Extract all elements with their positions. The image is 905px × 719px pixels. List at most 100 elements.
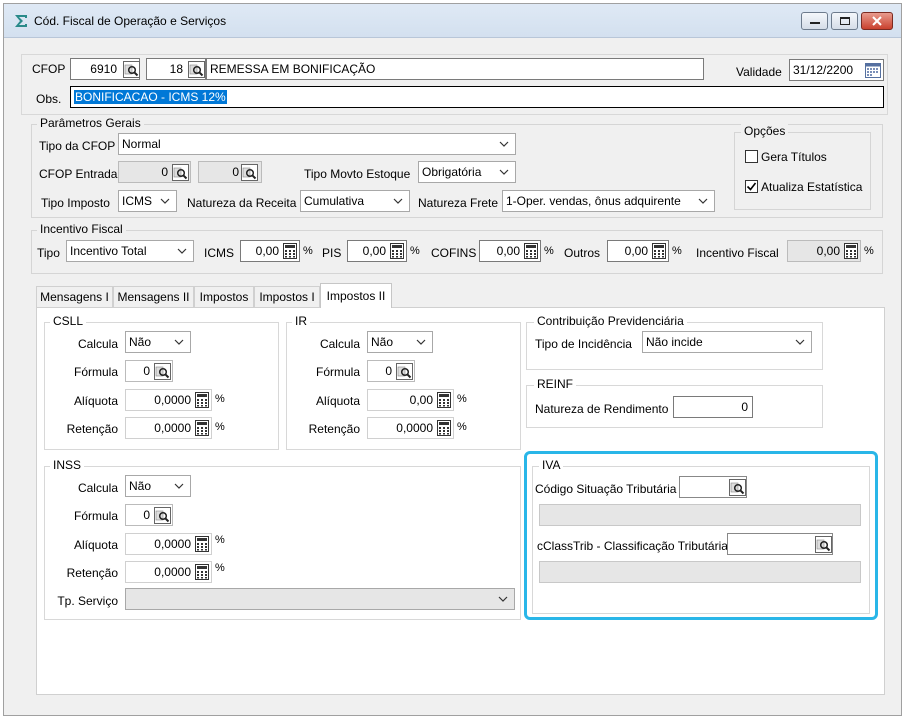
cclasstrib-description-box — [539, 561, 861, 583]
percent-sign: % — [303, 245, 313, 257]
cclasstrib-lookup-icon[interactable] — [814, 535, 832, 553]
tipo-cfop-select[interactable]: Normal — [118, 133, 516, 155]
natureza-receita-select[interactable]: Cumulativa — [300, 190, 410, 212]
calculator-icon[interactable] — [283, 243, 297, 259]
calculator-icon[interactable] — [524, 243, 538, 259]
calendar-icon[interactable] — [865, 62, 881, 78]
tipo-imposto-select[interactable]: ICMS — [118, 190, 177, 212]
calculator-icon[interactable] — [844, 243, 858, 259]
minimize-button[interactable] — [801, 12, 828, 30]
calculator-icon[interactable] — [437, 420, 451, 436]
cst-lookup-icon[interactable] — [728, 478, 746, 496]
csll-calcula-label: Calcula — [77, 337, 118, 351]
minimize-icon — [809, 22, 820, 24]
percent-sign: % — [215, 393, 225, 405]
calculator-icon[interactable] — [195, 564, 209, 580]
cfop-value: 6910 — [90, 62, 117, 76]
inss-tp-servico-select[interactable] — [125, 588, 515, 610]
ir-calcula-label: Calcula — [319, 337, 360, 351]
close-button[interactable] — [861, 12, 893, 30]
tab-impostos-ii[interactable]: Impostos II — [320, 283, 392, 308]
inss-calcula-value: Não — [129, 479, 152, 493]
calculator-icon[interactable] — [195, 536, 209, 552]
obs-value-selected: BONIFICACAO - ICMS 12% — [74, 90, 227, 104]
cfop-seq-value: 18 — [169, 62, 183, 76]
csll-title: CSLL — [50, 314, 87, 328]
contribuicao-title: Contribuição Previdenciária — [534, 314, 687, 328]
calculator-icon[interactable] — [437, 392, 451, 408]
inss-formula-lookup-icon[interactable] — [153, 506, 171, 524]
cfop-description-value: REMESSA EM BONIFICAÇÃO — [210, 62, 376, 76]
opcoes-group — [734, 132, 871, 210]
natureza-frete-label: Natureza Frete — [418, 196, 499, 210]
tab-mensagens-ii[interactable]: Mensagens II — [113, 286, 194, 307]
tipo-cfop-value: Normal — [122, 137, 161, 151]
reinf-title: REINF — [534, 377, 576, 391]
chevron-down-icon — [171, 334, 187, 350]
incentivo-tipo-select[interactable]: Incentivo Total — [66, 240, 194, 262]
percent-sign: % — [457, 421, 467, 433]
csll-retencao-value: 0,0000 — [154, 421, 191, 435]
inss-retencao-value: 0,0000 — [154, 565, 191, 579]
calculator-icon[interactable] — [195, 420, 209, 436]
csll-formula-lookup-icon[interactable] — [153, 362, 171, 380]
incentivo-fiscal-title: Incentivo Fiscal — [37, 222, 126, 236]
gera-titulos-label: Gera Títulos — [761, 150, 827, 164]
cfop-entrada-lookup-icon-2[interactable] — [240, 163, 258, 181]
ir-calcula-select[interactable]: Não — [367, 331, 433, 353]
cfop-entrada-value-2: 0 — [232, 165, 239, 179]
tipo-cfop-label: Tipo da CFOP — [39, 139, 116, 153]
validade-date-input[interactable]: 31/12/2200 — [789, 59, 884, 81]
inss-calcula-select[interactable]: Não — [125, 475, 191, 497]
atualiza-estatistica-checkbox[interactable] — [745, 180, 758, 193]
natureza-rendimento-label: Natureza de Rendimento — [535, 402, 669, 416]
cfop-lookup-icon[interactable] — [122, 60, 140, 78]
tipo-incidencia-value: Não incide — [646, 335, 703, 349]
maximize-icon — [839, 17, 850, 25]
tipo-incidencia-select[interactable]: Não incide — [642, 331, 812, 353]
incentivo-tipo-value: Incentivo Total — [70, 244, 147, 258]
cfop-entrada-lookup-icon-1[interactable] — [171, 163, 189, 181]
parametros-gerais-title: Parâmetros Gerais — [37, 116, 144, 130]
tipo-movto-value: Obrigatória — [422, 165, 482, 179]
inss-retencao-label: Retenção — [66, 566, 118, 580]
ir-formula-lookup-icon[interactable] — [395, 362, 413, 380]
calculator-icon[interactable] — [390, 243, 404, 259]
ir-calcula-value: Não — [371, 335, 394, 349]
obs-label: Obs. — [36, 92, 62, 106]
ir-formula-value: 0 — [385, 364, 392, 378]
validade-label: Validade — [736, 65, 782, 79]
cfop-description-input[interactable]: REMESSA EM BONIFICAÇÃO — [206, 58, 704, 80]
tipo-incidencia-label: Tipo de Incidência — [535, 337, 632, 351]
incentivo-icms-value: 0,00 — [255, 244, 279, 258]
natureza-receita-value: Cumulativa — [304, 194, 365, 208]
cfop-label: CFOP — [32, 62, 66, 76]
natureza-rendimento-input[interactable]: 0 — [673, 396, 753, 418]
csll-formula-value: 0 — [143, 364, 150, 378]
percent-sign: % — [215, 562, 225, 574]
percent-sign: % — [457, 393, 467, 405]
tipo-movto-select[interactable]: Obrigatória — [418, 161, 516, 183]
maximize-button[interactable] — [831, 12, 858, 30]
csll-calcula-select[interactable]: Não — [125, 331, 191, 353]
calculator-icon[interactable] — [195, 392, 209, 408]
inss-aliquota-label: Alíquota — [73, 538, 118, 552]
tab-impostos-i[interactable]: Impostos I — [254, 286, 320, 307]
csll-formula-label: Fórmula — [73, 365, 118, 379]
inss-tp-servico-label: Tp. Serviço — [57, 594, 118, 608]
incentivo-cofins-label: COFINS — [431, 246, 477, 260]
calculator-icon[interactable] — [652, 243, 666, 259]
natureza-rendimento-value: 0 — [741, 400, 748, 414]
incentivo-outros-value: 0,00 — [624, 244, 648, 258]
tab-mensagens-i[interactable]: Mensagens I — [36, 286, 113, 307]
cfop-seq-lookup-icon[interactable] — [187, 60, 205, 78]
chevron-down-icon — [792, 334, 808, 350]
obs-input[interactable]: BONIFICACAO - ICMS 12% — [70, 86, 884, 108]
incentivo-fiscal-value: 0,00 — [816, 244, 840, 258]
cclasstrib-label: cClassTrib - Classificação Tributária — [537, 539, 728, 553]
ir-retencao-label: Retenção — [308, 422, 360, 436]
gera-titulos-checkbox[interactable] — [745, 150, 758, 163]
inss-title: INSS — [50, 458, 85, 472]
natureza-frete-select[interactable]: 1-Oper. vendas, ônus adquirente — [502, 190, 715, 212]
tab-impostos[interactable]: Impostos — [194, 286, 254, 307]
